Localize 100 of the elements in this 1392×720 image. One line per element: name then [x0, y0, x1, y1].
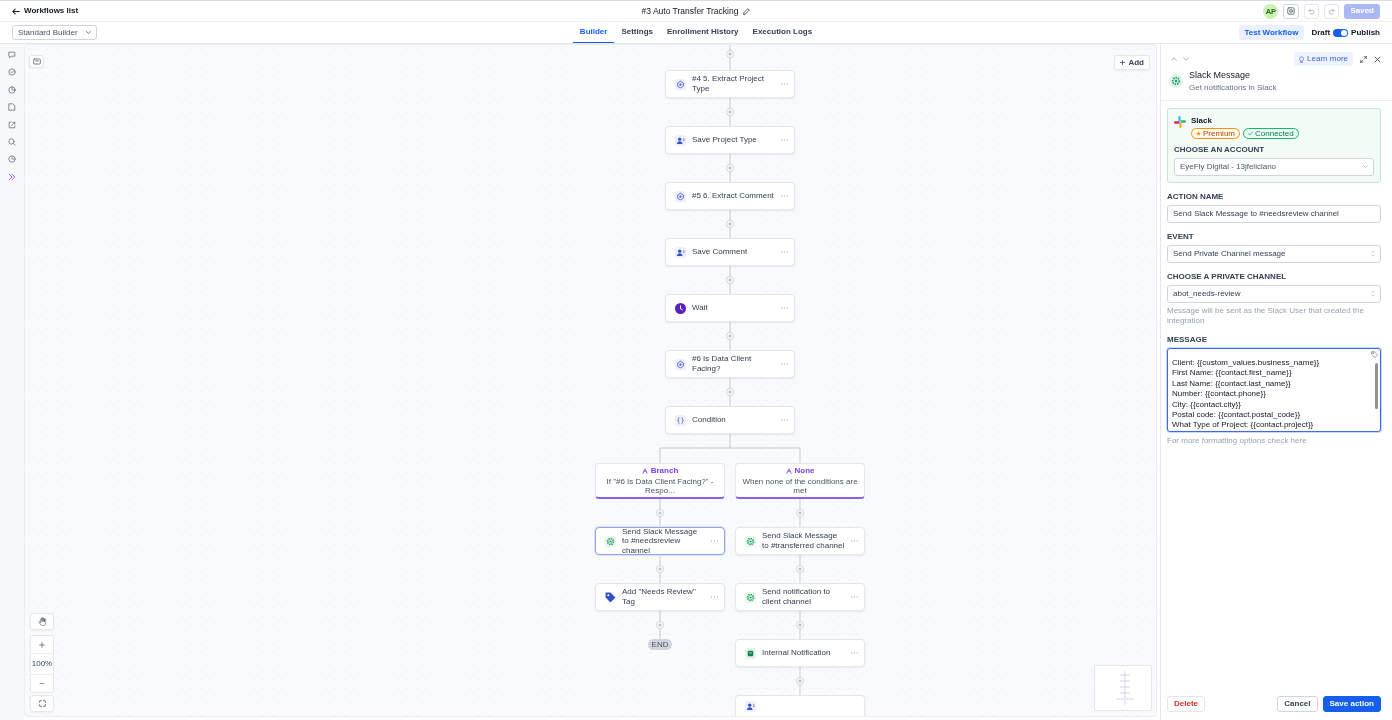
logo-icon [1174, 116, 1186, 129]
tab[interactable]: Builder [572, 22, 615, 43]
preview-button[interactable] [1283, 3, 1300, 19]
gear-icon [745, 535, 756, 547]
field-hint: Message will be sent as the Slack User that created the integration [1167, 306, 1365, 326]
plus-icon[interactable] [796, 565, 804, 573]
document-icon[interactable] [8, 103, 16, 112]
expand-icon[interactable] [1360, 55, 1367, 63]
publish-toggle[interactable] [1333, 28, 1349, 37]
help-text: For more formatting options check here [1167, 436, 1308, 446]
delete-button[interactable]: Delete [1167, 696, 1205, 712]
plus-icon[interactable] [656, 509, 664, 517]
save-action-button[interactable]: Save action [1322, 696, 1381, 712]
tag-icon[interactable] [1371, 351, 1378, 358]
redo-button[interactable] [1324, 3, 1340, 19]
workflow-node[interactable]: Save Project Type [665, 126, 795, 154]
workflow-node[interactable]: Add "Needs Review" Tag [595, 583, 725, 611]
plus-icon[interactable] [796, 509, 804, 517]
account-select[interactable]: EyeFly Digital - 13jfeliciano [1174, 158, 1374, 176]
workflow-node[interactable]: Send notification to client channel [735, 583, 865, 611]
workflow-node[interactable]: Save Comment [665, 238, 795, 266]
workflow-node[interactable]: Send Slack Message to #transferred channel [735, 527, 865, 555]
node-label: Wait [692, 303, 709, 313]
panel-toggle-button[interactable] [29, 55, 44, 68]
plus-icon[interactable] [656, 565, 664, 573]
select-field[interactable]: Send Private Channel message [1167, 245, 1381, 263]
plus-icon[interactable] [726, 276, 734, 284]
workflow-node[interactable]: Wait [665, 294, 795, 322]
node-label: Save Project Type [692, 135, 758, 145]
message-field[interactable]: Client: {{custom_values.business_name}} First Name: {{contact.first_name}} Last Name: {{contact.last_name}} Number: {{contact.phone}} City: {{contact.city}} Postal code: {{contact.postal_code}} What Type of Project: {{contact.project}} [1167, 348, 1381, 432]
hand-icon [37, 617, 47, 626]
chat-icon[interactable] [8, 51, 16, 59]
plus-icon[interactable] [726, 164, 734, 172]
chevron-down-icon [1363, 165, 1368, 169]
node-label: #5 6. Extract Comment [692, 191, 775, 201]
branch-description: If "#6 Is Data Client Facing?" - Respo... [605, 476, 715, 495]
plus-icon[interactable] [656, 621, 664, 629]
plus-icon[interactable] [796, 677, 804, 685]
minus-icon [39, 683, 45, 684]
frame-icon [1287, 7, 1296, 15]
select-field[interactable]: abot_needs-review [1167, 285, 1381, 303]
gear-icon [1169, 74, 1183, 89]
node-label: #6 Is Data Client Facing? [692, 354, 753, 374]
tab[interactable]: Execution Logs [745, 22, 820, 43]
minimap[interactable] [1094, 665, 1152, 711]
pan-button[interactable] [30, 613, 54, 630]
fit-view-button[interactable] [30, 695, 54, 712]
field-label: CHOOSE A PRIVATE CHANNEL [1167, 272, 1288, 282]
plus-icon [39, 641, 45, 648]
workflow-node[interactable]: Send Slack Message to #needsreview channel [595, 527, 725, 555]
branch-card[interactable]: Branch If "#6 Is Data Client Facing?" - Respo... [595, 463, 725, 499]
node-label: Add "Needs Review" Tag [622, 587, 697, 607]
workflow-node[interactable]: Internal Notification [735, 639, 865, 667]
window-icon [32, 58, 41, 65]
plus-icon[interactable] [726, 220, 734, 228]
field-label: EVENT [1167, 232, 1195, 242]
scrollbar[interactable] [1375, 363, 1378, 409]
undo-button[interactable] [1304, 3, 1320, 19]
branch-card[interactable]: None When none of the conditions are met [735, 463, 865, 499]
fit-screen-icon [38, 700, 46, 707]
chevron-up-icon[interactable] [1171, 57, 1177, 61]
app-name: Slack [1191, 116, 1213, 126]
workflow-node[interactable]: #6 Is Data Client Facing? [665, 350, 795, 378]
star-icon [1196, 131, 1201, 136]
search-icon[interactable] [8, 137, 16, 146]
check-circle-icon[interactable] [8, 68, 16, 77]
plus-icon[interactable] [796, 621, 804, 629]
workflow-node[interactable]: #5 6. Extract Comment [665, 182, 795, 210]
chevron-down-icon[interactable] [1183, 57, 1189, 61]
workflow-title: #3 Auto Transfer Tracking [641, 5, 739, 17]
double-chevron-icon[interactable] [8, 172, 16, 181]
tab[interactable]: Settings [614, 22, 660, 43]
branch-label: None [794, 466, 815, 476]
pencil-icon[interactable] [743, 7, 751, 15]
plus-icon[interactable] [726, 108, 734, 116]
test-workflow-button[interactable]: Test Workflow [1238, 25, 1305, 40]
redo-icon [1328, 7, 1336, 15]
hexagon-icon [675, 78, 686, 90]
workflow-node[interactable] [735, 695, 865, 716]
external-link-icon[interactable] [8, 120, 16, 129]
plus-icon[interactable] [726, 50, 734, 58]
tab[interactable]: Enrollment History [660, 22, 746, 43]
plus-icon[interactable] [726, 332, 734, 340]
cancel-button[interactable]: Cancel [1277, 696, 1318, 712]
plus-icon[interactable] [726, 388, 734, 396]
end-marker: END [648, 639, 672, 650]
pie-chart-icon[interactable] [8, 85, 16, 94]
close-icon[interactable] [1374, 55, 1381, 63]
workflow-node[interactable]: Condition [665, 406, 795, 434]
builder-select[interactable]: Standard Builder [12, 25, 97, 40]
workflow-node[interactable]: #4 5. Extract Project Type [665, 70, 795, 98]
back-link[interactable]: Workflows list [24, 6, 79, 16]
hexagon-icon [675, 190, 686, 202]
clock-icon[interactable] [8, 155, 16, 164]
add-button[interactable]: Add [1114, 55, 1150, 70]
input-field[interactable]: Send Slack Message to #needsreview channel [1167, 205, 1381, 223]
gear-icon [745, 591, 756, 603]
braces-icon [675, 414, 686, 426]
learn-more-button[interactable]: Learn more [1294, 52, 1353, 66]
back-arrow-icon[interactable] [12, 7, 20, 15]
